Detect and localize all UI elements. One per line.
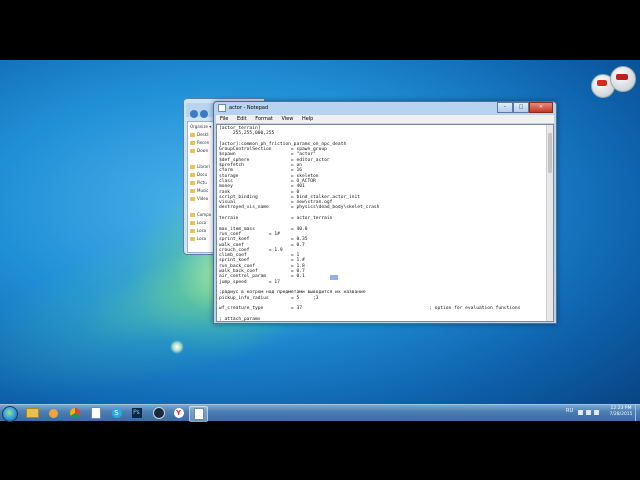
skype-taskbar-icon[interactable]: S: [108, 406, 125, 420]
menu-bar: File Edit Format View Help: [216, 115, 554, 123]
nav-item[interactable]: Compu: [190, 212, 211, 217]
drive-icon: [190, 221, 195, 225]
folder-icon: [190, 149, 195, 153]
nav-item[interactable]: Deskt: [190, 132, 209, 137]
text-selection: [330, 275, 338, 280]
menu-file[interactable]: File: [220, 116, 228, 122]
window-title: actor - Notepad: [218, 102, 498, 114]
notepad-window[interactable]: actor - Notepad – □ ✕ File Edit Format V…: [213, 101, 557, 324]
nav-item-label: Music: [197, 188, 209, 193]
nav-item-label: Deskt: [197, 132, 209, 137]
folder-icon: [190, 181, 195, 185]
folder-icon: [190, 141, 195, 145]
tray-volume-icon[interactable]: [594, 410, 599, 415]
nav-item[interactable]: Docu: [190, 172, 207, 177]
chrome-taskbar-icon[interactable]: [66, 406, 83, 420]
nav-item[interactable]: Librari: [190, 164, 210, 169]
menu-edit[interactable]: Edit: [237, 116, 247, 122]
vertical-scrollbar[interactable]: [546, 125, 553, 321]
window-controls: – □ ✕: [497, 102, 553, 113]
maximize-button[interactable]: □: [513, 102, 529, 113]
nav-item-label: Docu: [197, 172, 208, 177]
desktop: Organize ▾ Deskt Recen Down Librari Docu…: [0, 60, 640, 420]
yandex-taskbar-icon[interactable]: Y: [170, 406, 187, 420]
nav-item[interactable]: Loca: [190, 228, 206, 233]
desktop-gadget[interactable]: [588, 66, 636, 98]
folder-icon: [190, 197, 195, 201]
nav-item[interactable]: Video: [190, 196, 208, 201]
back-icon[interactable]: [190, 110, 198, 118]
organize-button[interactable]: Organize ▾: [190, 124, 211, 129]
tray-flag-icon[interactable]: [578, 410, 583, 415]
folder-icon: [190, 133, 195, 137]
gadget-indicator: [616, 74, 628, 80]
nav-item-label: Down: [197, 148, 209, 153]
taskbar: S Ps Y RU 12:23 PM 7/28/2015: [0, 404, 640, 422]
nav-item[interactable]: Loca: [190, 236, 206, 241]
editor-content[interactable]: [actor_terrain] 255,255,000,255 [actor]:…: [219, 126, 545, 321]
clock-date: 7/28/2015: [609, 412, 633, 417]
show-desktop-button[interactable]: [635, 405, 640, 421]
nav-item-label: Pictu: [197, 180, 207, 185]
notepad-active-taskbar-icon[interactable]: [189, 406, 208, 422]
nav-item-label: Compu: [197, 212, 212, 217]
window-title-text: actor - Notepad: [229, 105, 269, 111]
language-indicator[interactable]: RU: [566, 408, 573, 414]
nav-item[interactable]: Music: [190, 188, 208, 193]
menu-view[interactable]: View: [281, 116, 293, 122]
text-editor[interactable]: [actor_terrain] 255,255,000,255 [actor]:…: [216, 124, 554, 322]
nav-item[interactable]: Pictu: [190, 180, 207, 185]
start-button[interactable]: [2, 406, 18, 422]
menu-format[interactable]: Format: [255, 116, 273, 122]
scrollbar-thumb[interactable]: [548, 133, 552, 173]
computer-icon: [190, 213, 195, 217]
folder-icon: [190, 173, 195, 177]
steam-taskbar-icon[interactable]: [150, 406, 167, 420]
media-player-taskbar-icon[interactable]: [45, 406, 62, 420]
nav-item-label: Recen: [197, 140, 210, 145]
system-clock[interactable]: 12:23 PM 7/28/2015: [608, 406, 634, 418]
menu-help[interactable]: Help: [302, 116, 313, 122]
notepad-icon: [218, 103, 226, 112]
nav-item-label: Loca: [197, 236, 207, 241]
nav-item-label: Video: [197, 196, 209, 201]
nav-item-label: Librari: [197, 164, 210, 169]
minimize-button[interactable]: –: [497, 102, 513, 113]
drive-icon: [190, 237, 195, 241]
explorer-taskbar-icon[interactable]: [24, 406, 41, 420]
nav-item[interactable]: Down: [190, 148, 208, 153]
nav-item-label: Loca: [197, 228, 207, 233]
wallpaper-sparkle: [170, 340, 184, 354]
folder-icon: [190, 189, 195, 193]
nav-item[interactable]: Recen: [190, 140, 209, 145]
gadget-indicator: [597, 80, 607, 86]
tray-network-icon[interactable]: [586, 410, 591, 415]
photoshop-taskbar-icon[interactable]: Ps: [128, 406, 145, 420]
close-button[interactable]: ✕: [529, 102, 553, 113]
drive-icon: [190, 229, 195, 233]
library-icon: [190, 165, 195, 169]
nav-item[interactable]: Loca: [190, 220, 206, 225]
forward-icon[interactable]: [200, 110, 208, 118]
notepad-taskbar-icon[interactable]: [87, 406, 104, 420]
nav-item-label: Loca: [197, 220, 207, 225]
